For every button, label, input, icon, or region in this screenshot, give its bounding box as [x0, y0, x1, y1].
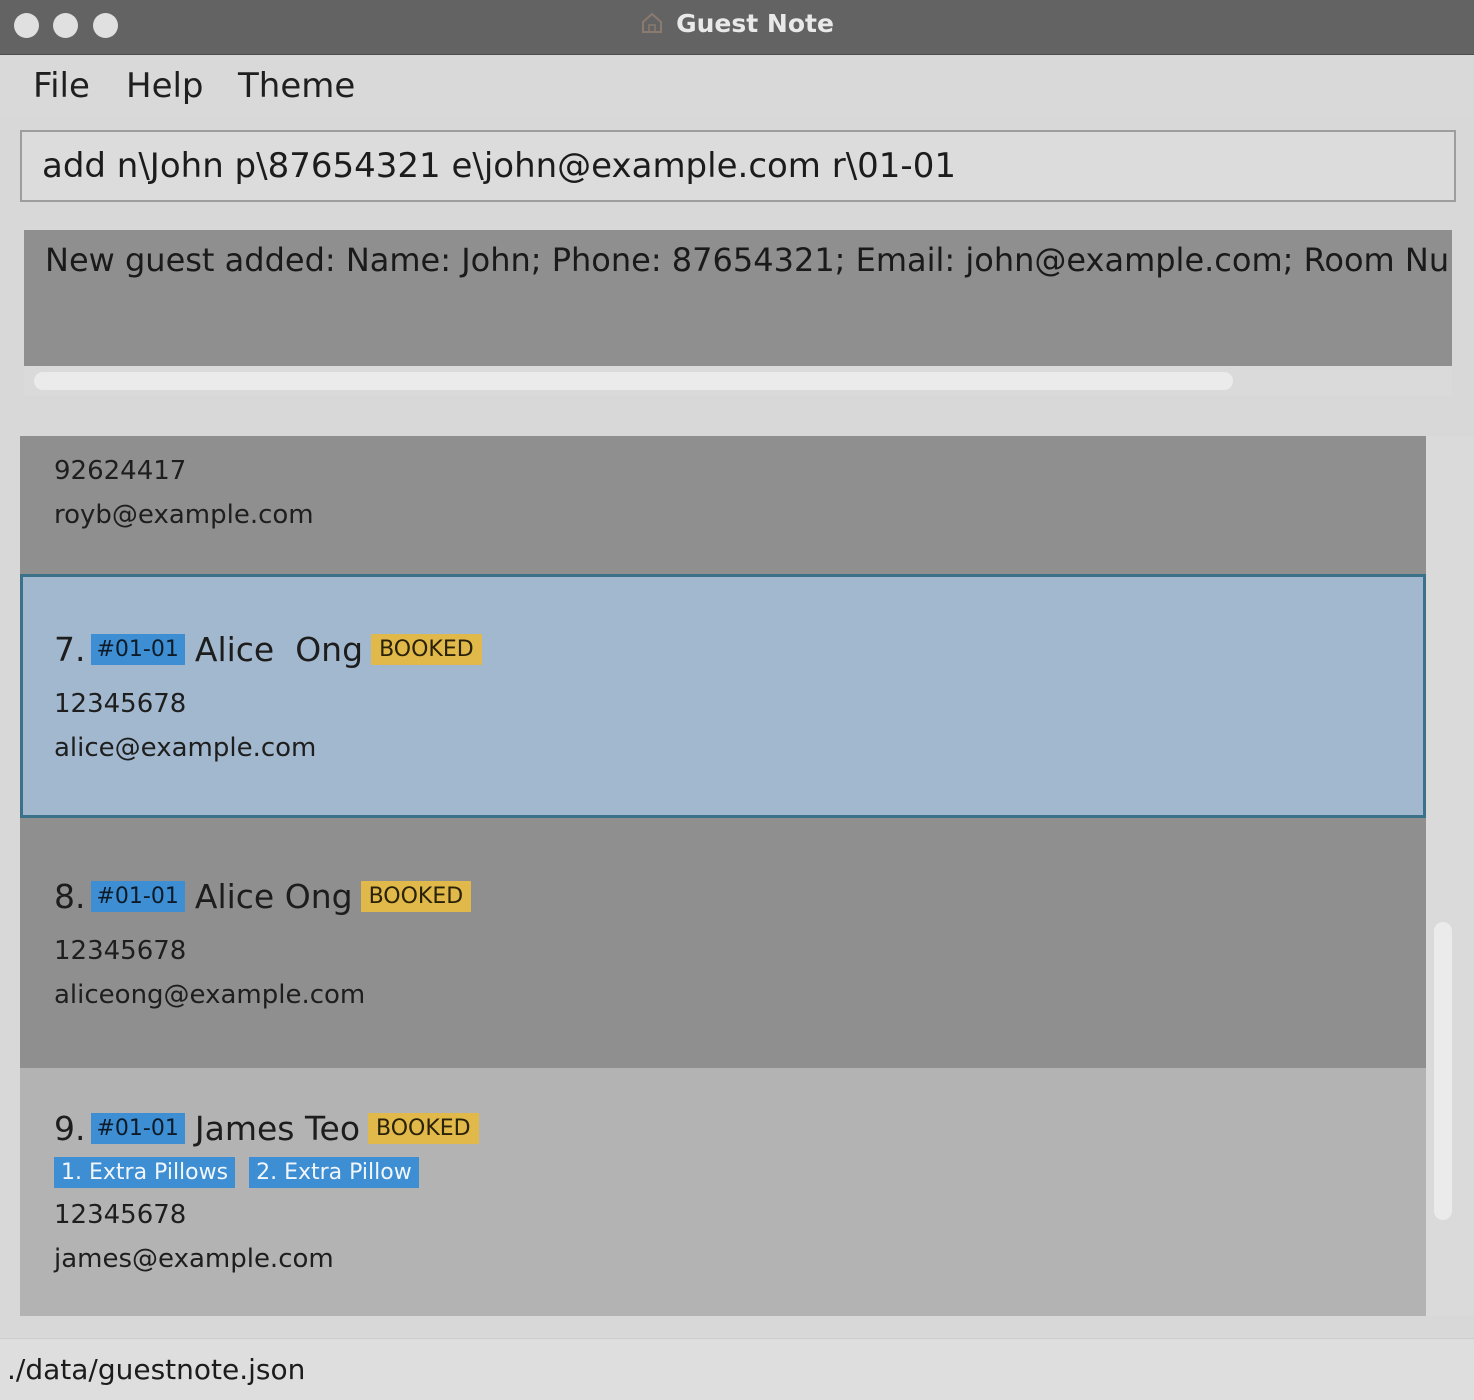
- guest-name: Alice Ong: [194, 630, 364, 669]
- guest-card-partial[interactable]: 92624417 royb@example.com: [20, 436, 1426, 574]
- guest-email: alice@example.com: [54, 733, 317, 763]
- guest-card[interactable]: 8. #01-01 Alice Ong BOOKED 12345678 alic…: [20, 820, 1426, 1068]
- status-bar: ./data/guestnote.json: [0, 1338, 1474, 1400]
- guest-phone: 12345678: [54, 936, 187, 966]
- guest-phone: 12345678: [54, 689, 187, 719]
- guest-name: James Teo: [194, 1109, 361, 1148]
- guest-header: 7. #01-01 Alice Ong BOOKED: [54, 630, 482, 669]
- result-display: New guest added: Name: John; Phone: 8765…: [24, 230, 1452, 366]
- menu-bar: File Help Theme: [0, 56, 1474, 116]
- command-input[interactable]: add n\John p\87654321 e\john@example.com…: [20, 130, 1456, 202]
- room-tag: #01-01: [90, 1113, 185, 1144]
- request-tags: 1. Extra Pillows 2. Extra Pillow: [54, 1157, 419, 1188]
- guest-email: james@example.com: [54, 1244, 334, 1274]
- room-tag: #01-01: [90, 881, 185, 912]
- request-tag: 2. Extra Pillow: [249, 1157, 419, 1188]
- request-tag: 1. Extra Pillows: [54, 1157, 236, 1188]
- guest-list[interactable]: 92624417 royb@example.com 7. #01-01 Alic…: [20, 436, 1426, 1316]
- guest-header: 9. #01-01 James Teo BOOKED: [54, 1109, 479, 1148]
- room-tag: #01-01: [90, 634, 185, 665]
- guest-phone: 92624417: [54, 456, 187, 486]
- window-title-group: Guest Note: [0, 9, 1474, 38]
- status-badge: BOOKED: [371, 634, 482, 665]
- result-scroll-thumb[interactable]: [34, 372, 1233, 390]
- result-message: New guest added: Name: John; Phone: 8765…: [45, 241, 1452, 279]
- guest-index: 9.: [54, 1109, 86, 1148]
- guest-card[interactable]: 9. #01-01 James Teo BOOKED 1. Extra Pill…: [20, 1068, 1426, 1316]
- list-vertical-scrollbar[interactable]: [1426, 436, 1474, 1316]
- menu-theme[interactable]: Theme: [238, 66, 355, 106]
- menu-file[interactable]: File: [33, 66, 90, 106]
- status-badge: BOOKED: [368, 1113, 479, 1144]
- house-icon: [642, 12, 663, 33]
- guest-header: 8. #01-01 Alice Ong BOOKED: [54, 877, 472, 916]
- result-horizontal-scrollbar[interactable]: [24, 366, 1452, 396]
- guest-name: Alice Ong: [194, 877, 353, 916]
- guest-email: aliceong@example.com: [54, 980, 366, 1010]
- status-badge: BOOKED: [360, 881, 472, 912]
- guest-phone: 12345678: [54, 1200, 187, 1230]
- guest-index: 7.: [54, 630, 86, 669]
- guest-card-selected[interactable]: 7. #01-01 Alice Ong BOOKED 12345678 alic…: [20, 574, 1426, 818]
- window-title: Guest Note: [676, 9, 834, 38]
- menu-help[interactable]: Help: [126, 66, 204, 106]
- guest-email: royb@example.com: [54, 500, 314, 530]
- guest-index: 8.: [54, 877, 86, 916]
- save-file-path: ./data/guestnote.json: [7, 1353, 306, 1386]
- title-bar[interactable]: Guest Note: [0, 0, 1474, 55]
- list-scroll-thumb[interactable]: [1434, 922, 1452, 1220]
